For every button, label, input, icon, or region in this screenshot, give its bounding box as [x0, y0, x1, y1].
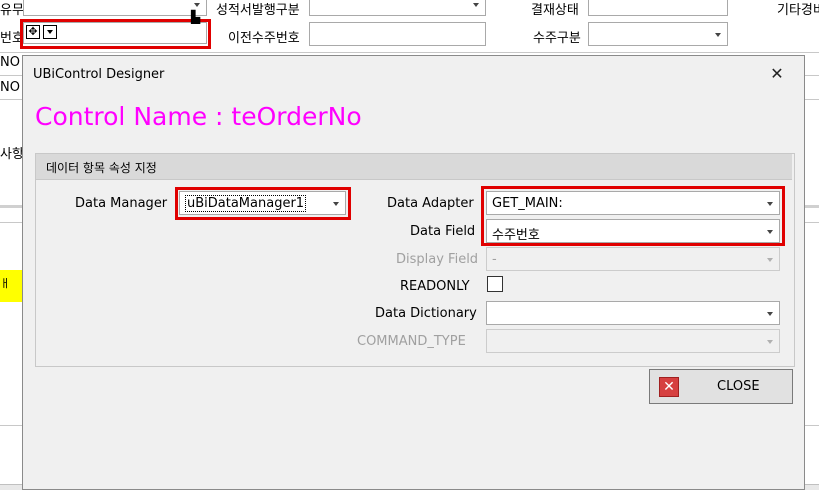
data-dictionary-combo[interactable]	[486, 301, 780, 325]
readonly-checkbox[interactable]	[487, 276, 503, 292]
close-x-icon: ✕	[659, 377, 679, 397]
approval-status-field[interactable]	[588, 0, 728, 16]
close-icon[interactable]: ✕	[767, 64, 787, 84]
label-readonly: READONLY	[400, 279, 470, 294]
label-other-expense: 기타경비	[777, 3, 819, 18]
selected-control-highlight	[20, 19, 211, 49]
yumu-combo[interactable]	[23, 0, 207, 16]
label-data-adapter: Data Adapter	[387, 196, 474, 211]
chevron-down-icon	[767, 340, 773, 344]
data-manager-highlight	[175, 187, 351, 220]
label-remarks: 사항	[0, 147, 24, 162]
chevron-down-icon	[767, 312, 773, 316]
label-prev-order-no: 이전수주번호	[228, 31, 300, 46]
report-type-combo[interactable]	[309, 0, 486, 16]
label-display-field: Display Field	[396, 252, 479, 267]
label-order-type: 수주구분	[533, 31, 581, 46]
label-data-manager: Data Manager	[75, 196, 168, 211]
adapter-field-highlight	[481, 186, 785, 246]
label-command-type: COMMAND_TYPE	[357, 334, 466, 349]
group-header: 데이터 항목 속성 지정	[36, 154, 792, 180]
ubicontrol-designer-dialog: UBiControl Designer ✕ Control Name : teO…	[22, 55, 805, 490]
label-grid-fragment: ㅐ	[0, 277, 11, 290]
prev-order-no-field[interactable]	[309, 22, 486, 46]
command-type-combo[interactable]	[486, 329, 780, 353]
label-no-2: NO	[0, 80, 20, 95]
close-button-label: CLOSE	[717, 379, 760, 394]
label-data-field: Data Field	[410, 224, 476, 239]
label-data-dictionary: Data Dictionary	[375, 306, 477, 321]
group-title: 데이터 항목 속성 지정	[46, 161, 157, 175]
label-no-1: NO	[0, 55, 20, 70]
label-yumu: 유무	[0, 3, 24, 18]
display-field-combo[interactable]: -	[486, 247, 780, 271]
close-button[interactable]: ✕ CLOSE	[649, 369, 793, 404]
order-type-combo[interactable]	[588, 22, 728, 46]
control-name-heading: Control Name : teOrderNo	[35, 102, 362, 131]
cursor-icon: ▙	[191, 10, 201, 24]
label-report-type: 성적서발행구분	[216, 3, 300, 18]
display-field-value: -	[492, 252, 497, 267]
chevron-down-icon	[767, 258, 773, 262]
dialog-title: UBiControl Designer	[33, 67, 165, 82]
data-binding-group: 데이터 항목 속성 지정 Data Manager uBiDataManager…	[35, 153, 795, 367]
label-approval-status: 결재상태	[531, 3, 579, 18]
